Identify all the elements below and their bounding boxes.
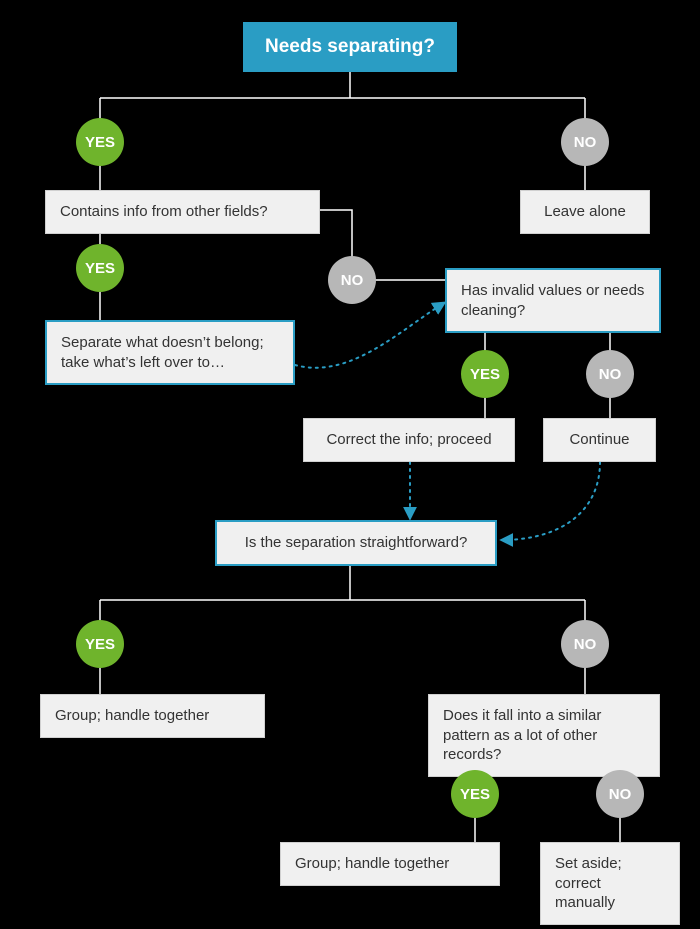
flowchart: Needs separating? YES NO Contains info f…: [0, 0, 700, 929]
badge-no: NO: [328, 256, 376, 304]
badge-yes: YES: [76, 620, 124, 668]
decision-similar-pattern: Does it fall into a similar pattern as a…: [428, 694, 660, 777]
decision-straightforward: Is the separation straightforward?: [215, 520, 497, 566]
badge-no: NO: [561, 118, 609, 166]
badge-yes: YES: [76, 244, 124, 292]
badge-yes: YES: [461, 350, 509, 398]
action-group-1: Group; handle together: [40, 694, 265, 738]
badge-yes: YES: [451, 770, 499, 818]
decision-root: Needs separating?: [243, 22, 457, 72]
action-leave-alone: Leave alone: [520, 190, 650, 234]
action-separate-take: Separate what doesn’t belong; take what’…: [45, 320, 295, 385]
action-correct: Correct the info; proceed: [303, 418, 515, 462]
action-continue: Continue: [543, 418, 656, 462]
badge-no: NO: [561, 620, 609, 668]
badge-yes: YES: [76, 118, 124, 166]
decision-contains-info: Contains info from other fields?: [45, 190, 320, 234]
badge-no: NO: [586, 350, 634, 398]
action-group-2: Group; handle together: [280, 842, 500, 886]
decision-has-invalid: Has invalid values or needs cleaning?: [445, 268, 661, 333]
action-set-aside: Set aside; correct manually: [540, 842, 680, 925]
badge-no: NO: [596, 770, 644, 818]
